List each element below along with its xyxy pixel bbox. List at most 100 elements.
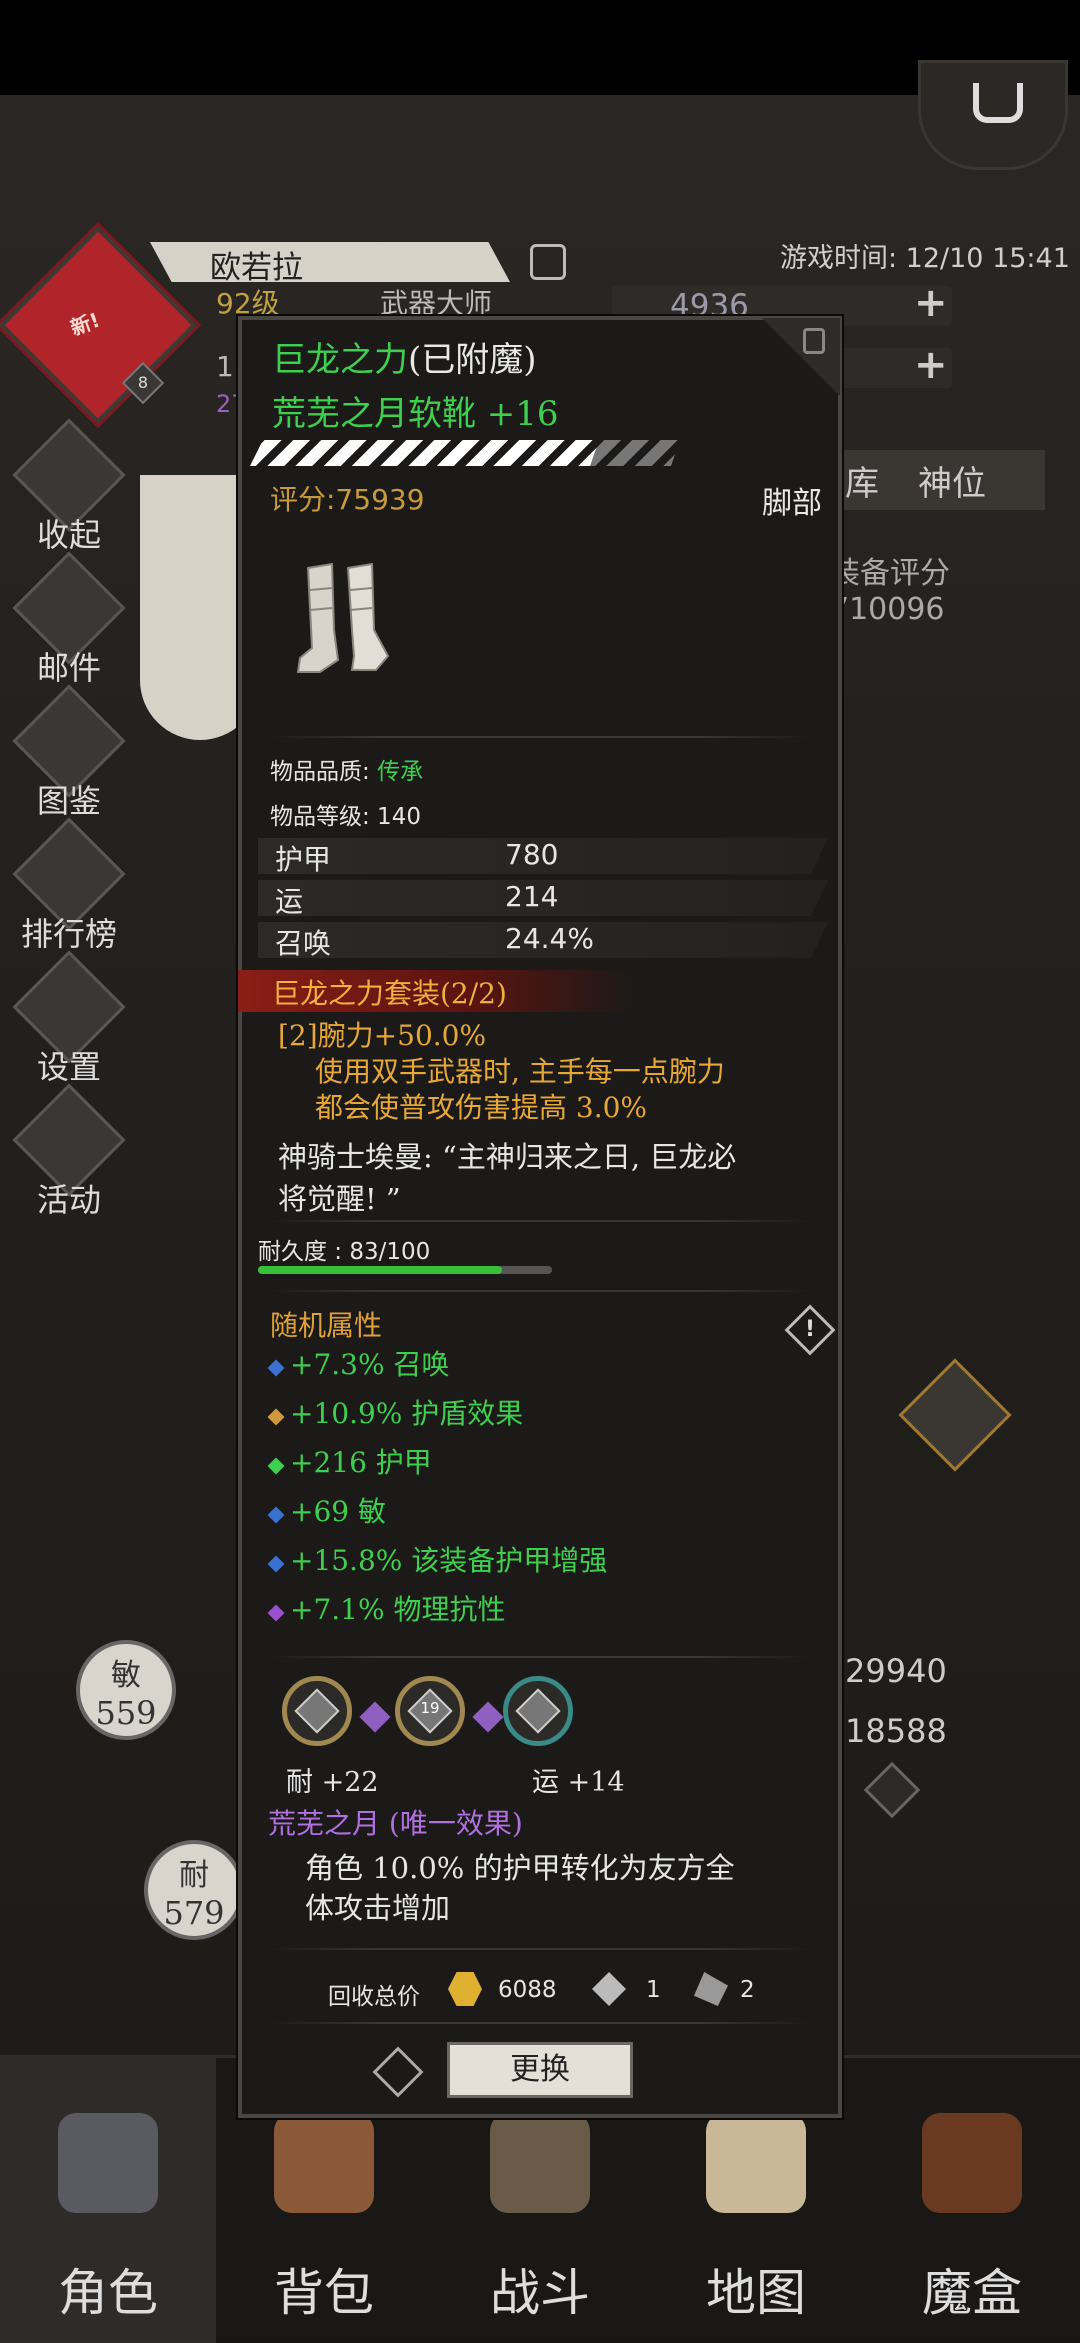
equipment-score-label: 装备评分 (830, 556, 950, 591)
item-score: 评分:75939 (270, 483, 425, 516)
right-stat-1: 29940 (845, 1652, 947, 1690)
gem-icon (294, 1688, 340, 1734)
attr-dot-icon (267, 1604, 285, 1622)
nav-label: 角色 (58, 2264, 158, 2322)
divider (270, 2022, 810, 2024)
random-attrs-title: 随机属性 (270, 1309, 383, 1342)
lock-icon[interactable] (803, 328, 825, 354)
equipment-score: 装备评分 710096 (830, 556, 950, 628)
stat-name: 召唤 (275, 927, 332, 960)
attr-dot-icon (267, 1506, 285, 1524)
boots-icon (296, 562, 390, 673)
set-title: 巨龙之力套装(2/2) (272, 977, 507, 1010)
random-attr-text: +7.1% 物理抗性 (290, 1593, 506, 1626)
recycle-gold: 6088 (498, 1977, 557, 2003)
backpack-icon (274, 2113, 374, 2213)
set-bonus-line: 都会使普攻伤害提高 3.0% (315, 1091, 648, 1124)
add-resource-button[interactable]: + (914, 342, 948, 388)
nav-label: 地图 (706, 2264, 806, 2322)
item-quality: 物品品质: 传承 (270, 752, 423, 786)
item-slot: 脚部 (762, 486, 822, 521)
side-mail[interactable]: 邮件 (12, 551, 126, 687)
durability-label: 耐久度 : 83/100 (258, 1239, 431, 1265)
attr-dot-icon (267, 1408, 285, 1426)
nav-label: 背包 (274, 2264, 374, 2322)
agility-label: 敏 (111, 1658, 141, 1693)
tab-storage[interactable]: 库 (845, 456, 879, 505)
game-time: 游戏时间: 12/10 15:41 (780, 243, 1070, 274)
quality-label: 物品品质: (270, 759, 378, 785)
right-stat-2: 18588 (845, 1712, 947, 1750)
edit-icon[interactable] (530, 244, 566, 280)
name-bar (150, 242, 510, 282)
side-events[interactable]: 活动 (12, 1083, 126, 1219)
divider (270, 1656, 810, 1658)
side-settings[interactable]: 设置 (12, 950, 126, 1086)
item-set-name: 巨龙之力(已附魔) (272, 332, 537, 381)
side-label: 图鉴 (36, 782, 101, 820)
lore-line: 将觉醒! ” (278, 1182, 401, 1216)
random-attr: +7.3% 召唤 (267, 1343, 450, 1383)
item-level: 物品等级: 140 (270, 804, 421, 830)
gem-icon (515, 1688, 561, 1734)
player-name: 欧若拉 (210, 250, 303, 286)
gem-socket[interactable] (503, 1676, 573, 1746)
unique-desc-line: 体攻击增加 (305, 1891, 451, 1925)
random-attr: +10.9% 护盾效果 (267, 1392, 524, 1432)
side-label: 设置 (36, 1048, 101, 1086)
unique-effect-title: 荒芜之月 (唯一效果) (268, 1807, 523, 1840)
side-ranking[interactable]: 排行榜 (12, 817, 126, 953)
avatar-level-text: 8 (137, 373, 149, 392)
sword-shield-icon (490, 2113, 590, 2213)
stat-value: 780 (505, 838, 559, 871)
quality-value: 传承 (377, 759, 424, 785)
gem-socket[interactable] (282, 1676, 352, 1746)
recycle-price-label: 回收总价 (328, 1984, 420, 2010)
item-name: 荒芜之月软靴 +16 (272, 394, 559, 434)
endurance-label: 耐 (179, 1858, 209, 1893)
nav-magic-box[interactable]: 魔盒 (864, 2058, 1080, 2343)
unique-effect-desc: 角色 10.0% 的护甲转化为友方全 体攻击增加 (305, 1848, 785, 1928)
agility-value: 559 (95, 1694, 157, 1732)
set-bonus-line: [2]腕力+50.0% (278, 1019, 487, 1052)
scroll-map-icon (706, 2113, 806, 2213)
add-gem-button[interactable]: + (914, 280, 948, 326)
divider (270, 1290, 810, 1292)
enchant-tag: (已附魔) (408, 340, 537, 380)
close-round-button[interactable] (918, 60, 1068, 170)
stub-value-1: 1 (216, 350, 234, 383)
nav-character[interactable]: 角色 (0, 2058, 216, 2343)
side-label: 活动 (36, 1181, 101, 1219)
recycle-material-2: 2 (740, 1977, 755, 2003)
stat-name: 运 (275, 885, 304, 918)
random-attr-text: +216 护甲 (290, 1446, 432, 1479)
gem-bonus-left: 耐 +22 (286, 1767, 379, 1798)
lore-text: 神骑士埃曼: “主神归来之日, 巨龙必 将觉醒! ” (278, 1136, 818, 1220)
durability-fill (258, 1266, 503, 1274)
stat-value: 214 (505, 880, 559, 913)
random-attr-text: +15.8% 该装备护甲增强 (290, 1544, 608, 1577)
durability-bar (258, 1266, 552, 1274)
random-attr-text: +69 敏 (290, 1495, 386, 1528)
nav-label: 战斗 (490, 2264, 590, 2322)
stat-value: 24.4% (505, 922, 594, 955)
side-codex[interactable]: 图鉴 (12, 684, 126, 820)
equipment-score-value: 710096 (830, 592, 945, 627)
random-attr: +69 敏 (267, 1490, 386, 1530)
cube-icon (922, 2113, 1022, 2213)
agility-circle: 敏 559 (76, 1640, 176, 1740)
side-collapse[interactable]: 收起 (12, 418, 126, 554)
swap-button[interactable]: 更换 (447, 2042, 633, 2098)
random-attr: +7.1% 物理抗性 (267, 1588, 506, 1628)
attr-dot-icon (267, 1457, 285, 1475)
gem-socket[interactable]: 19 (395, 1676, 465, 1746)
tab-god-seat[interactable]: 神位 (918, 456, 986, 505)
recycle-material-1: 1 (646, 1977, 661, 2003)
enhance-progress-empty (590, 440, 680, 466)
set-name: 巨龙之力 (272, 340, 408, 380)
random-attr-text: +10.9% 护盾效果 (290, 1397, 524, 1430)
side-label: 排行榜 (20, 915, 117, 953)
random-attr: +216 护甲 (267, 1441, 432, 1481)
stat-name: 护甲 (275, 843, 332, 876)
divider (270, 1220, 810, 1222)
